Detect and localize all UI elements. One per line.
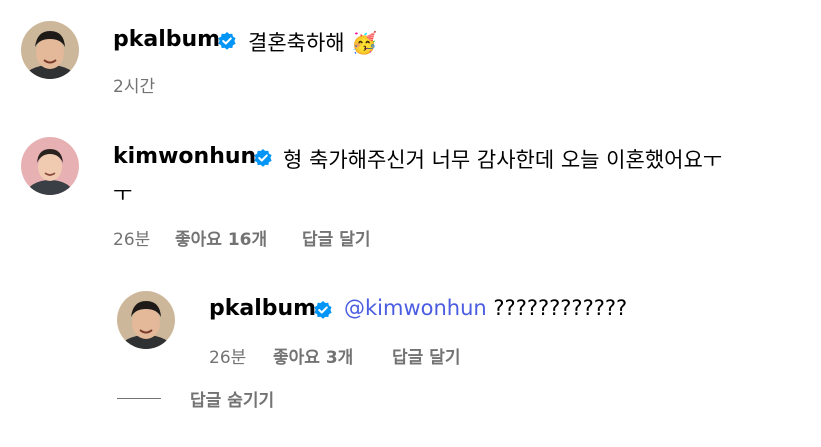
reply-text: @kimwonhun ???????????? xyxy=(344,296,627,320)
reply-username[interactable]: pkalbum xyxy=(209,296,316,321)
comment-text-line2: ㅜ xyxy=(113,182,133,206)
reply-button[interactable]: 답글 달기 xyxy=(302,225,370,250)
avatar-kimwonhun[interactable] xyxy=(21,137,79,195)
comment-text-line1: 형 축가해주신거 너무 감사한데 오늘 이혼했어요ㅜ xyxy=(283,148,723,172)
avatar-image xyxy=(117,291,175,349)
verified-badge-icon xyxy=(218,32,236,50)
likes-count-button[interactable]: 좋아요 3개 xyxy=(273,343,353,368)
reply-button[interactable]: 답글 달기 xyxy=(392,343,460,368)
avatar-image xyxy=(21,21,79,79)
comment-time: 2시간 xyxy=(113,77,156,97)
party-face-emoji: 🥳 xyxy=(351,31,378,55)
reply-time: 26분 xyxy=(209,348,247,368)
mention-link[interactable]: @kimwonhun xyxy=(344,296,487,320)
hide-replies-button[interactable]: 답글 숨기기 xyxy=(190,386,274,411)
comment-text: 결혼축하해 🥳 xyxy=(248,27,377,57)
comment-text-body: 결혼축하해 xyxy=(248,31,345,55)
avatar-pkalbum[interactable] xyxy=(21,21,79,79)
comment-time: 26분 xyxy=(113,230,151,250)
avatar-pkalbum[interactable] xyxy=(117,291,175,349)
likes-count-button[interactable]: 좋아요 16개 xyxy=(175,225,267,250)
verified-badge-icon xyxy=(314,301,332,319)
verified-badge-icon xyxy=(254,149,272,167)
reply-text-body: ???????????? xyxy=(493,296,628,320)
comment-username[interactable]: pkalbum xyxy=(113,27,220,52)
comment-username[interactable]: kimwonhun xyxy=(113,144,256,169)
avatar-image xyxy=(21,137,79,195)
hide-replies-divider xyxy=(117,398,161,399)
